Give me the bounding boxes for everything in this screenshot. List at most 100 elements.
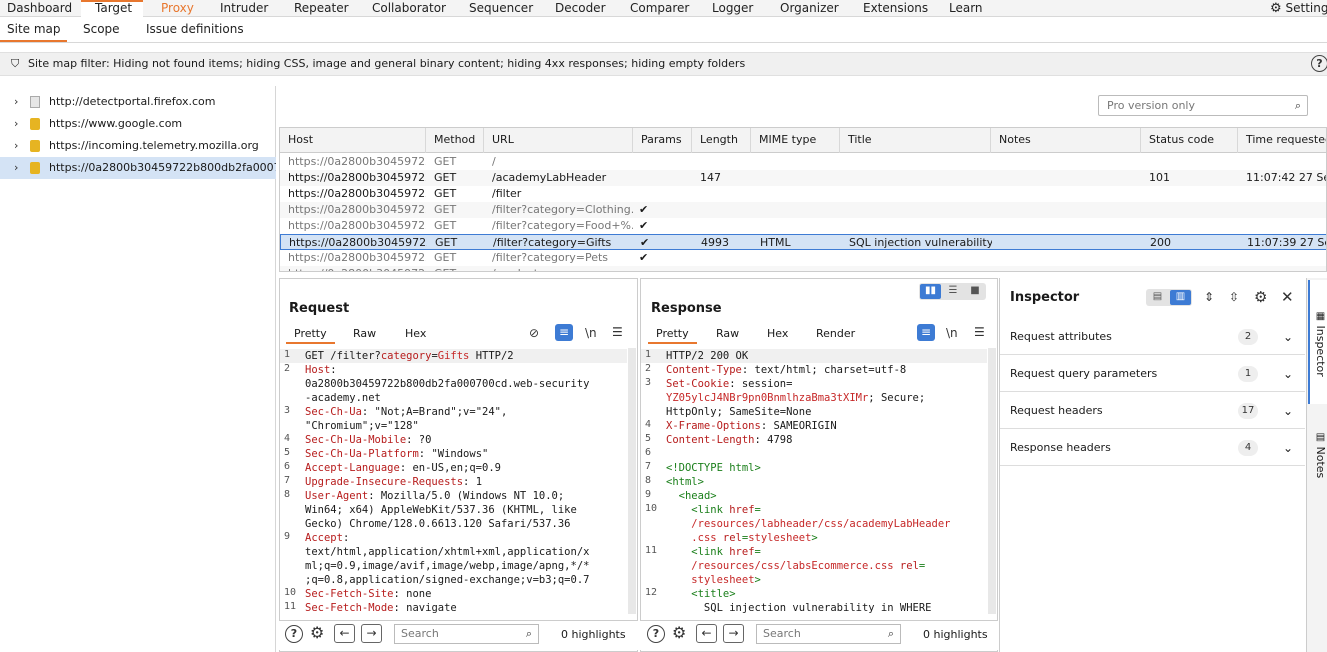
- wrap-lines-icon[interactable]: ≡: [555, 324, 573, 341]
- site-map-filter-bar[interactable]: ⛉ Site map filter: Hiding not found item…: [0, 52, 1327, 76]
- next-arrow-icon[interactable]: →: [723, 624, 744, 643]
- help-icon[interactable]: ?: [1311, 55, 1327, 72]
- menu-icon[interactable]: ☰: [974, 325, 985, 339]
- chevron-right-icon[interactable]: ›: [14, 135, 18, 157]
- tab-collaborator[interactable]: Collaborator: [372, 0, 446, 17]
- request-tab-raw[interactable]: Raw: [345, 324, 384, 344]
- gear-icon[interactable]: ⚙: [1254, 288, 1267, 306]
- newline-toggle[interactable]: \n: [585, 326, 597, 340]
- gear-icon[interactable]: ⚙: [310, 623, 324, 642]
- col-title[interactable]: Title: [840, 128, 991, 153]
- tab-learn[interactable]: Learn: [949, 0, 983, 17]
- tab-decoder[interactable]: Decoder: [555, 0, 606, 17]
- tab-repeater[interactable]: Repeater: [294, 0, 349, 17]
- line-content: .css rel=stylesheet>: [666, 531, 817, 545]
- chevron-down-icon[interactable]: ⌄: [1283, 393, 1293, 429]
- chevron-right-icon[interactable]: ›: [14, 157, 18, 179]
- col-status[interactable]: Status code: [1141, 128, 1238, 153]
- pro-search-input[interactable]: Pro version only ⌕: [1098, 95, 1308, 116]
- cell-host: https://0a2800b30459722...: [288, 155, 426, 168]
- tab-target[interactable]: Target: [81, 0, 143, 17]
- inspector-title: Inspector: [1010, 290, 1080, 305]
- table-row[interactable]: https://0a2800b30459722... GET/filter?cat…: [280, 250, 1326, 266]
- menu-icon[interactable]: ☰: [612, 325, 623, 339]
- newline-toggle[interactable]: \n: [946, 326, 958, 340]
- col-method[interactable]: Method: [426, 128, 484, 153]
- tree-item-selected[interactable]: › https://0a2800b30459722b800db2fa000700…: [0, 157, 276, 179]
- inspector-section-query-parameters[interactable]: Request query parameters 1 ⌄: [1000, 356, 1305, 392]
- table-row[interactable]: https://0a2800b30459722... GET/filter?cat…: [280, 218, 1326, 234]
- table-row[interactable]: https://0a2800b30459722...GET/product...: [280, 266, 1326, 271]
- tab-dashboard[interactable]: Dashboard: [0, 0, 72, 17]
- settings-button[interactable]: ⚙ Setting: [1270, 0, 1327, 17]
- side-tab-inspector[interactable]: ▦ Inspector: [1308, 280, 1327, 404]
- token-val: [666, 588, 691, 600]
- tree-item[interactable]: › https://incoming.telemetry.mozilla.org: [0, 135, 276, 157]
- response-tab-raw[interactable]: Raw: [708, 324, 747, 344]
- layout-single-icon[interactable]: ■: [965, 284, 985, 299]
- response-tab-hex[interactable]: Hex: [759, 324, 796, 344]
- col-mime[interactable]: MIME type: [751, 128, 840, 153]
- request-search-input[interactable]: Search ⌕: [394, 624, 539, 644]
- tab-sequencer[interactable]: Sequencer: [469, 0, 533, 17]
- col-url[interactable]: URL: [484, 128, 633, 153]
- chevron-down-icon[interactable]: ⌄: [1283, 319, 1293, 355]
- inspector-section-request-headers[interactable]: Request headers 17 ⌄: [1000, 393, 1305, 429]
- tab-comparer[interactable]: Comparer: [630, 0, 689, 17]
- table-row[interactable]: https://0a2800b30459722... GET /: [280, 154, 1326, 170]
- inspector-layout-split-icon[interactable]: ▥: [1170, 290, 1191, 305]
- request-tab-pretty[interactable]: Pretty: [286, 324, 335, 344]
- col-params[interactable]: Params: [633, 128, 692, 153]
- col-time[interactable]: Time requested: [1238, 128, 1326, 153]
- response-search-placeholder: Search: [763, 627, 801, 640]
- inspector-section-response-headers[interactable]: Response headers 4 ⌄: [1000, 430, 1305, 466]
- collapse-all-icon[interactable]: ⇳: [1229, 290, 1239, 304]
- response-editor[interactable]: 1 HTTP/2 200 OK 2 Content-Type: text/html; …: [641, 348, 987, 614]
- layout-side-by-side-icon[interactable]: ▮▮: [920, 284, 941, 299]
- tab-logger[interactable]: Logger: [712, 0, 753, 17]
- side-tab-notes[interactable]: ▤ Notes: [1308, 418, 1327, 490]
- response-search-input[interactable]: Search ⌕: [756, 624, 901, 644]
- subtab-issue-definitions[interactable]: Issue definitions: [146, 17, 244, 42]
- gear-icon[interactable]: ⚙: [672, 623, 686, 642]
- tab-extensions[interactable]: Extensions: [863, 0, 928, 17]
- response-tab-pretty[interactable]: Pretty: [648, 324, 697, 344]
- request-scrollbar[interactable]: [628, 348, 636, 614]
- table-row[interactable]: https://0a2800b30459722... GET/academyLab…: [280, 170, 1326, 186]
- wrap-lines-icon[interactable]: ≡: [917, 324, 935, 341]
- tab-organizer[interactable]: Organizer: [780, 0, 839, 17]
- help-icon[interactable]: ?: [285, 625, 303, 643]
- response-tab-render[interactable]: Render: [808, 324, 863, 344]
- chevron-down-icon[interactable]: ⌄: [1283, 430, 1293, 466]
- layout-stacked-icon[interactable]: ☰: [943, 284, 963, 299]
- help-icon[interactable]: ?: [647, 625, 665, 643]
- col-length[interactable]: Length: [692, 128, 751, 153]
- table-row-selected[interactable]: https://0a2800b30459722... GET/filter?cat…: [280, 234, 1326, 250]
- request-tab-hex[interactable]: Hex: [397, 324, 434, 344]
- subtab-scope[interactable]: Scope: [83, 17, 120, 42]
- inspector-section-request-attributes[interactable]: Request attributes 2 ⌄: [1000, 319, 1305, 355]
- tree-item[interactable]: › https://www.google.com: [0, 113, 276, 135]
- col-host[interactable]: Host: [280, 128, 426, 153]
- token-val: :: [330, 364, 337, 376]
- hide-eye-icon[interactable]: ⊘: [529, 326, 539, 340]
- previous-arrow-icon[interactable]: ←: [334, 624, 355, 643]
- subtab-site-map[interactable]: Site map: [0, 17, 67, 42]
- chevron-down-icon[interactable]: ⌄: [1283, 356, 1293, 392]
- next-arrow-icon[interactable]: →: [361, 624, 382, 643]
- response-scrollbar[interactable]: [988, 348, 996, 614]
- tree-item[interactable]: › http://detectportal.firefox.com: [0, 91, 276, 113]
- chevron-right-icon[interactable]: ›: [14, 113, 18, 135]
- tab-intruder[interactable]: Intruder: [220, 0, 268, 17]
- expand-all-icon[interactable]: ⇕: [1204, 290, 1214, 304]
- chevron-right-icon[interactable]: ›: [14, 91, 18, 113]
- col-notes[interactable]: Notes: [991, 128, 1141, 153]
- table-row[interactable]: https://0a2800b30459722... GET/filter: [280, 186, 1326, 202]
- close-icon[interactable]: ✕: [1281, 288, 1294, 306]
- table-row[interactable]: https://0a2800b30459722... GET/filter?cat…: [280, 202, 1326, 218]
- previous-arrow-icon[interactable]: ←: [696, 624, 717, 643]
- request-editor[interactable]: 1 GET /filter?category=Gifts HTTP/2 2 Host:…: [280, 348, 627, 614]
- tab-proxy[interactable]: Proxy: [161, 0, 194, 17]
- inspector-layout-list-icon[interactable]: ▤: [1147, 290, 1168, 305]
- line-content: Sec-Ch-Ua-Mobile: ?0: [305, 433, 431, 447]
